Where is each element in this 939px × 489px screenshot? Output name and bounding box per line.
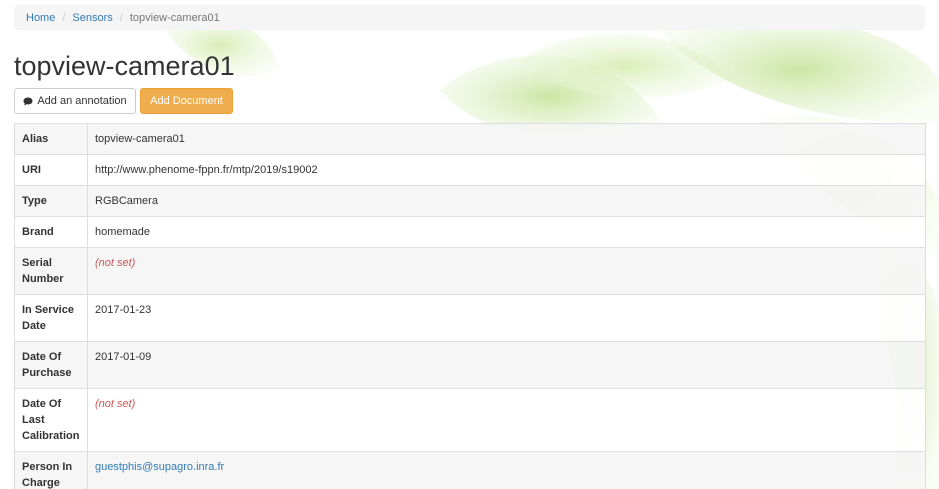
detail-label: Date Of Last Calibration	[14, 388, 88, 452]
breadcrumb-current: topview-camera01	[129, 11, 220, 24]
breadcrumb: Home / Sensors / topview-camera01	[14, 5, 925, 30]
detail-value: 2017-01-09	[95, 351, 152, 363]
add-document-button[interactable]: Add Document	[140, 88, 233, 114]
detail-row: Person In Charge guestphis@supagro.inra.f…	[14, 451, 926, 489]
detail-row: Brand homemade	[14, 216, 926, 248]
not-set-value: (not set)	[95, 257, 136, 269]
detail-row: Date Of Purchase 2017-01-09	[14, 341, 926, 389]
detail-value-cell: homemade	[87, 216, 926, 248]
detail-label: Date Of Purchase	[14, 341, 88, 389]
detail-value-cell: 2017-01-09	[87, 341, 926, 389]
detail-value: 2017-01-23	[95, 304, 152, 316]
detail-row: Type RGBCamera	[14, 185, 926, 217]
detail-value: RGBCamera	[95, 195, 158, 207]
detail-label: Person In Charge	[14, 451, 88, 489]
detail-row: Serial Number (not set)	[14, 247, 926, 295]
detail-value-cell: http://www.phenome-fppn.fr/mtp/2019/s190…	[87, 154, 926, 186]
sensor-detail-table: Alias topview-camera01 URI http://www.pheno…	[14, 123, 926, 489]
page-title: topview-camera01	[14, 51, 235, 81]
detail-label: Type	[14, 185, 88, 217]
detail-row: URI http://www.phenome-fppn.fr/mtp/2019/s…	[14, 154, 926, 186]
breadcrumb-home-link[interactable]: Home	[26, 12, 55, 24]
add-annotation-label: Add an annotation	[37, 95, 127, 107]
detail-value-cell: topview-camera01	[87, 123, 926, 155]
detail-row: In Service Date 2017-01-23	[14, 294, 926, 342]
breadcrumb-sensors-link[interactable]: Sensors	[72, 12, 112, 24]
detail-label: Alias	[14, 123, 88, 155]
not-set-value: (not set)	[95, 398, 136, 410]
detail-value-cell: (not set)	[87, 247, 926, 295]
detail-value-cell: RGBCamera	[87, 185, 926, 217]
detail-label: In Service Date	[14, 294, 88, 342]
detail-value: topview-camera01	[95, 133, 185, 145]
detail-label: URI	[14, 154, 88, 186]
detail-value: http://www.phenome-fppn.fr/mtp/2019/s190…	[95, 164, 318, 176]
email-link[interactable]: guestphis@supagro.inra.fr	[95, 461, 224, 473]
detail-row: Alias topview-camera01	[14, 123, 926, 155]
add-annotation-button[interactable]: Add an annotation	[14, 88, 136, 114]
breadcrumb-separator: /	[119, 11, 123, 24]
detail-row: Date Of Last Calibration (not set)	[14, 388, 926, 452]
detail-value-cell: 2017-01-23	[87, 294, 926, 342]
detail-value-cell: (not set)	[87, 388, 926, 452]
detail-label: Serial Number	[14, 247, 88, 295]
detail-value-cell: guestphis@supagro.inra.fr	[87, 451, 926, 489]
detail-label: Brand	[14, 216, 88, 248]
breadcrumb-separator: /	[62, 11, 66, 24]
comment-icon	[23, 97, 33, 106]
detail-value: homemade	[95, 226, 151, 238]
